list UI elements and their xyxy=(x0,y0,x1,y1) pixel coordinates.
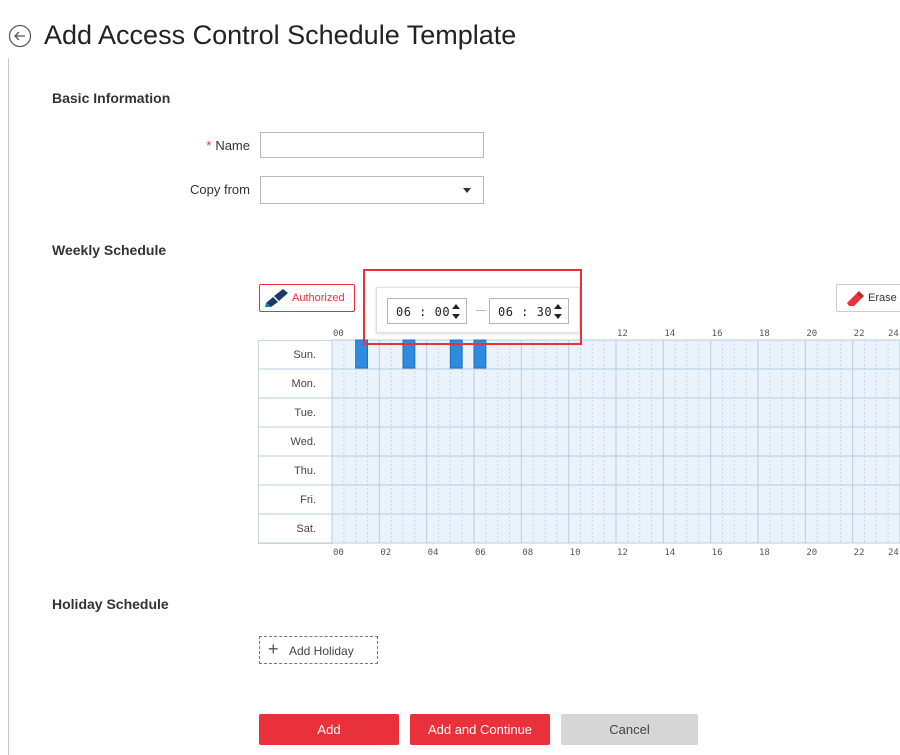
day-row-thu[interactable] xyxy=(332,456,900,485)
erase-button[interactable]: Erase xyxy=(836,284,900,312)
required-mark: * xyxy=(206,138,212,153)
day-row-tue[interactable] xyxy=(332,398,900,427)
hour-tick-bottom: 22 xyxy=(854,548,865,558)
hour-tick-bottom: 08 xyxy=(522,548,533,558)
add-holiday-button[interactable]: + Add Holiday xyxy=(259,636,378,664)
copy-from-label: Copy from xyxy=(190,182,250,197)
chevron-down-icon xyxy=(463,188,471,193)
day-label: Fri. xyxy=(300,494,316,506)
add-holiday-label: Add Holiday xyxy=(289,644,354,658)
plus-icon: + xyxy=(268,639,279,659)
name-label-text: Name xyxy=(215,138,250,153)
cancel-button[interactable]: Cancel xyxy=(561,714,698,745)
hour-tick-top: 00 xyxy=(333,329,344,339)
day-row-fri[interactable] xyxy=(332,485,900,514)
add-button[interactable]: Add xyxy=(259,714,399,745)
name-label: * Name xyxy=(50,138,250,153)
authorized-button[interactable]: Authorized xyxy=(259,284,355,312)
hour-tick-bottom: 24 xyxy=(888,548,899,558)
day-label: Tue. xyxy=(294,407,316,419)
schedule-grid-svg[interactable]: Sun. Mon. Tue. Wed. Thu. Fri. Sat. 00 12 14 16 18 20… xyxy=(258,329,900,558)
hour-tick-top: 18 xyxy=(759,329,770,339)
hour-tick-top: 16 xyxy=(712,329,723,339)
hour-tick-bottom: 16 xyxy=(712,548,723,558)
weekly-schedule-grid[interactable]: Sun. Mon. Tue. Wed. Thu. Fri. Sat. 00 12 14 16 18 20… xyxy=(258,329,900,558)
hour-tick-bottom: 00 xyxy=(333,548,344,558)
left-divider xyxy=(8,58,9,755)
authorized-label: Authorized xyxy=(292,292,345,304)
hour-tick-top: 22 xyxy=(854,329,865,339)
day-row-mon[interactable] xyxy=(332,369,900,398)
hour-tick-bottom: 10 xyxy=(570,548,581,558)
name-input[interactable] xyxy=(260,132,484,158)
brush-icon xyxy=(264,288,290,313)
day-row-sat[interactable] xyxy=(332,514,900,543)
hour-tick-bottom: 06 xyxy=(475,548,486,558)
section-holiday-schedule: Holiday Schedule xyxy=(52,596,169,612)
day-row-wed[interactable] xyxy=(332,427,900,456)
day-label: Thu. xyxy=(294,465,316,477)
day-label: Wed. xyxy=(291,436,316,448)
copy-from-select[interactable] xyxy=(260,176,484,204)
hour-tick-bottom: 20 xyxy=(806,548,817,558)
section-basic-information: Basic Information xyxy=(52,90,171,106)
hour-tick-bottom: 14 xyxy=(664,548,675,558)
page-title: Add Access Control Schedule Template xyxy=(44,20,517,50)
hour-tick-top: 20 xyxy=(806,329,817,339)
hour-tick-bottom: 02 xyxy=(380,548,391,558)
hour-tick-bottom: 12 xyxy=(617,548,628,558)
highlight-box xyxy=(363,269,582,345)
back-arrow-icon[interactable] xyxy=(8,24,32,48)
hour-tick-bottom: 04 xyxy=(428,548,439,558)
add-and-continue-button[interactable]: Add and Continue xyxy=(410,714,550,745)
day-label: Sat. xyxy=(296,523,316,535)
day-label: Sun. xyxy=(293,349,316,361)
eraser-icon xyxy=(846,291,864,312)
section-weekly-schedule: Weekly Schedule xyxy=(52,242,167,258)
hour-tick-top: 12 xyxy=(617,329,628,339)
day-label: Mon. xyxy=(292,378,316,390)
erase-label: Erase xyxy=(868,292,897,304)
hour-tick-top: 24 xyxy=(888,329,899,339)
hour-tick-bottom: 18 xyxy=(759,548,770,558)
hour-tick-top: 14 xyxy=(664,329,675,339)
